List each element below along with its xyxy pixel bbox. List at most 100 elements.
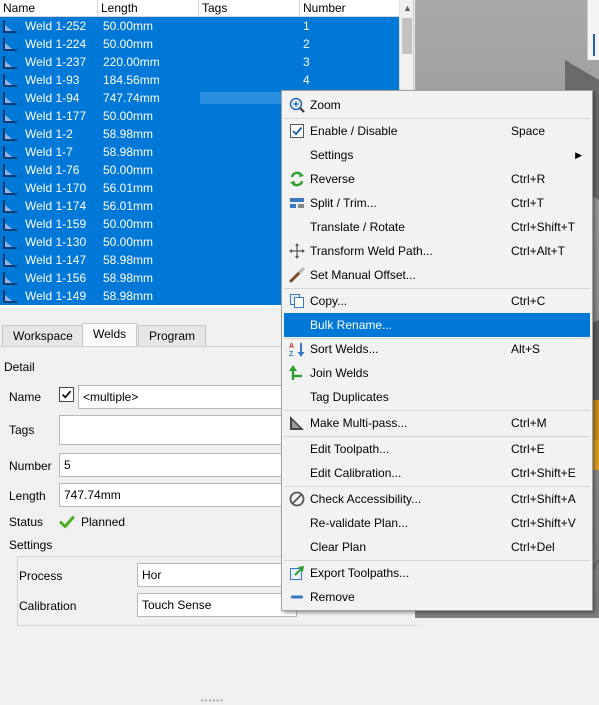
column-header-number[interactable]: Number <box>300 0 399 17</box>
menu-item-label: Remove <box>310 590 355 604</box>
process-label: Process <box>19 569 63 583</box>
fillet-weld-icon <box>3 56 17 69</box>
fillet-weld-icon <box>3 74 17 87</box>
table-row[interactable]: Weld 1-93 184.56mm 4 <box>0 71 399 89</box>
cell-length: 58.98mm <box>103 145 154 159</box>
cell-length: 50.00mm <box>103 19 154 33</box>
column-header-length[interactable]: Length <box>98 0 199 17</box>
status-value: Planned <box>81 515 126 529</box>
fillet-weld-icon <box>3 128 17 141</box>
status-check-icon <box>59 516 75 528</box>
menu-item-reverse[interactable]: Reverse Ctrl+R <box>284 167 590 191</box>
menu-item-shortcut: Ctrl+R <box>511 172 546 186</box>
cell-number: 3 <box>303 55 310 69</box>
name-checkbox[interactable] <box>59 387 74 402</box>
menu-item-shortcut: Ctrl+T <box>511 196 544 210</box>
menu-item-shortcut: Ctrl+Shift+A <box>511 492 576 506</box>
column-header-tags[interactable]: Tags <box>199 0 300 17</box>
cell-length: 747.74mm <box>103 91 160 105</box>
menu-item-bulk-rename[interactable]: Bulk Rename... <box>284 313 590 337</box>
tab-program[interactable]: Program <box>138 325 207 346</box>
menu-item-label: Settings <box>310 148 354 162</box>
offset-icon <box>289 267 305 283</box>
menu-item-sort-welds[interactable]: A Z Sort Welds... Alt+S <box>284 337 590 361</box>
menu-item-export-toolpaths[interactable]: Export Toolpaths... <box>284 561 590 585</box>
tags-field[interactable] <box>59 415 299 445</box>
menu-item-shortcut: Ctrl+Shift+T <box>511 220 576 234</box>
menu-item-tag-duplicates[interactable]: Tag Duplicates <box>284 385 590 409</box>
menu-item-zoom[interactable]: Zoom <box>284 93 590 117</box>
menu-item-translate-rotate[interactable]: Translate / Rotate Ctrl+Shift+T <box>284 215 590 239</box>
fillet-weld-icon <box>3 92 17 105</box>
join-icon <box>289 365 302 380</box>
cell-name: Weld 1-7 <box>25 145 73 159</box>
menu-item-label: Tag Duplicates <box>310 390 389 404</box>
cell-name: Weld 1-76 <box>25 163 80 177</box>
multipass-icon <box>290 416 304 430</box>
menu-item-label: Join Welds <box>310 366 369 380</box>
cell-length: 50.00mm <box>103 217 154 231</box>
cell-name: Weld 1-2 <box>25 127 73 141</box>
process-select[interactable]: Hor <box>137 563 297 587</box>
tab-welds[interactable]: Welds <box>82 323 138 346</box>
table-row[interactable]: Weld 1-252 50.00mm 1 <box>0 17 399 35</box>
cell-name: Weld 1-149 <box>25 289 87 303</box>
menu-item-make-multi-pass[interactable]: Make Multi-pass... Ctrl+M <box>284 411 590 435</box>
table-row[interactable]: Weld 1-224 50.00mm 2 <box>0 35 399 53</box>
menu-item-set-manual-offset[interactable]: Set Manual Offset... <box>284 263 590 287</box>
cell-name: Weld 1-170 <box>25 181 87 195</box>
submenu-arrow-icon: ▶ <box>575 150 582 160</box>
split-icon <box>290 198 304 208</box>
cell-length: 58.98mm <box>103 271 154 285</box>
calibration-label: Calibration <box>19 599 77 613</box>
menu-item-label: Transform Weld Path... <box>310 244 433 258</box>
cell-name: Weld 1-130 <box>25 235 87 249</box>
table-header: Name Length Tags Number <box>0 0 399 17</box>
number-field[interactable]: 5 <box>59 453 299 477</box>
menu-item-enable-disable[interactable]: Enable / Disable Space <box>284 119 590 143</box>
menu-item-split-trim[interactable]: Split / Trim... Ctrl+T <box>284 191 590 215</box>
scrollbar-thumb[interactable] <box>402 18 412 54</box>
minus-icon <box>291 595 303 599</box>
menu-item-transform-weld-path[interactable]: Transform Weld Path... Ctrl+Alt+T <box>284 239 590 263</box>
splitter-grip-icon[interactable]: •••••• <box>201 696 224 705</box>
checkmark-icon <box>61 390 72 399</box>
cell-length: 50.00mm <box>103 163 154 177</box>
menu-item-re-validate-plan[interactable]: Re-validate Plan... Ctrl+Shift+V <box>284 511 590 535</box>
menu-item-label: Edit Calibration... <box>310 466 402 480</box>
menu-item-remove[interactable]: Remove <box>284 585 590 609</box>
menu-item-shortcut: Ctrl+E <box>511 442 545 456</box>
cell-length: 50.00mm <box>103 37 154 51</box>
cell-number: 4 <box>303 73 310 87</box>
checkbox-icon <box>290 124 304 138</box>
fillet-weld-icon <box>3 254 17 267</box>
cell-length: 58.98mm <box>103 289 154 303</box>
menu-item-copy[interactable]: Copy... Ctrl+C <box>284 289 590 313</box>
menu-item-settings[interactable]: Settings ▶ <box>284 143 590 167</box>
transform-icon <box>289 243 305 259</box>
cell-name: Weld 1-156 <box>25 271 87 285</box>
cell-number: 1 <box>303 19 310 33</box>
sort-icon: A Z <box>289 343 305 357</box>
name-field[interactable]: <multiple> <box>78 385 298 409</box>
menu-item-edit-calibration[interactable]: Edit Calibration... Ctrl+Shift+E <box>284 461 590 485</box>
length-field: 747.74mm <box>59 483 299 507</box>
fillet-weld-icon <box>3 164 17 177</box>
no-entry-icon <box>289 491 305 507</box>
fillet-weld-icon <box>3 200 17 213</box>
fillet-weld-icon <box>3 218 17 231</box>
scroll-up-arrow-icon[interactable]: ▲ <box>400 0 413 17</box>
menu-item-label: Sort Welds... <box>310 342 379 356</box>
menu-item-edit-toolpath[interactable]: Edit Toolpath... Ctrl+E <box>284 437 590 461</box>
menu-item-clear-plan[interactable]: Clear Plan Ctrl+Del <box>284 535 590 559</box>
cell-name: Weld 1-177 <box>25 109 87 123</box>
menu-item-shortcut: Ctrl+M <box>511 416 547 430</box>
calibration-select[interactable]: Touch Sense <box>137 593 297 617</box>
menu-item-join-welds[interactable]: Join Welds <box>284 361 590 385</box>
menu-item-check-accessibility[interactable]: Check Accessibility... Ctrl+Shift+A <box>284 487 590 511</box>
svg-text:A: A <box>289 343 294 350</box>
tab-workspace[interactable]: Workspace <box>2 325 84 346</box>
column-header-name[interactable]: Name <box>0 0 98 17</box>
cell-name: Weld 1-252 <box>25 19 87 33</box>
table-row[interactable]: Weld 1-237 220.00mm 3 <box>0 53 399 71</box>
